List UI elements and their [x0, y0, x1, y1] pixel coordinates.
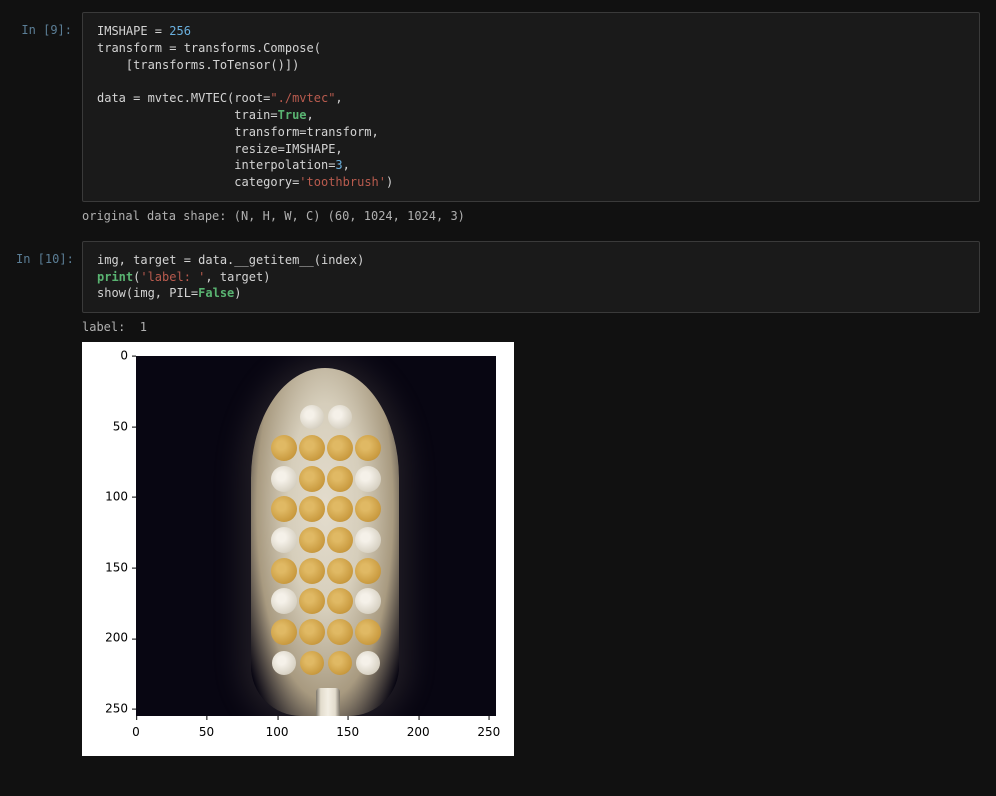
- cell-9-code[interactable]: IMSHAPE = 256 transform = transforms.Com…: [82, 12, 980, 202]
- cell-9-output: original data shape: (N, H, W, C) (60, 1…: [82, 206, 980, 237]
- bristle-tuft: [356, 651, 380, 675]
- bristle-tuft: [299, 588, 325, 614]
- xtick-0: 0: [132, 724, 140, 741]
- ytick-50: 50: [113, 418, 128, 435]
- cell-9-prompt: In [9]:: [16, 12, 82, 39]
- cell-10-code[interactable]: img, target = data.__getitem__(index) pr…: [82, 241, 980, 313]
- cell-9-out-prompt: [16, 206, 82, 216]
- bristle-tuft: [327, 527, 353, 553]
- image-content: [136, 356, 496, 716]
- bristle-tuft: [300, 651, 324, 675]
- matplotlib-axes: 0 50 100 150 200 250 0 50 100 150 200 25…: [136, 356, 496, 716]
- bristle-tuft: [271, 558, 297, 584]
- bristle-tuft: [271, 619, 297, 645]
- bristle-tuft: [328, 405, 352, 429]
- bristle-tuft: [299, 466, 325, 492]
- xtick-250: 250: [477, 724, 500, 741]
- bristle-tuft: [300, 405, 324, 429]
- bristle-tuft: [355, 466, 381, 492]
- ytick-200: 200: [105, 630, 128, 647]
- bristle-tuft: [271, 496, 297, 522]
- bristle-tuft: [299, 435, 325, 461]
- xtick-200: 200: [407, 724, 430, 741]
- bristle-tuft: [355, 496, 381, 522]
- output-label-text: label: 1: [82, 319, 980, 336]
- bristle-tuft: [271, 588, 297, 614]
- xtick-150: 150: [336, 724, 359, 741]
- cell-10-prompt: In [10]:: [16, 241, 82, 268]
- ytick-0: 0: [120, 348, 128, 365]
- bristle-tuft: [299, 496, 325, 522]
- bristle-tuft: [355, 527, 381, 553]
- cell-10-output: label: 1 0 50 100 150 200 250: [82, 317, 980, 768]
- bristle-tuft: [299, 527, 325, 553]
- toothbrush-handle: [316, 688, 340, 716]
- cell-9-input-row: In [9]: IMSHAPE = 256 transform = transf…: [16, 12, 980, 202]
- bristle-tuft: [299, 558, 325, 584]
- bristle-tuft: [327, 466, 353, 492]
- ytick-100: 100: [105, 489, 128, 506]
- bristle-tuft: [271, 435, 297, 461]
- bristle-tuft: [271, 527, 297, 553]
- bristle-tuft: [272, 651, 296, 675]
- cell-9-output-text: original data shape: (N, H, W, C) (60, 1…: [82, 208, 980, 225]
- cell-10-output-row: label: 1 0 50 100 150 200 250: [16, 317, 980, 768]
- bristle-tuft: [327, 435, 353, 461]
- bristle-tuft: [271, 466, 297, 492]
- bristle-tuft: [355, 558, 381, 584]
- bristle-tuft: [328, 651, 352, 675]
- bristle-tuft: [327, 588, 353, 614]
- bristle-tuft: [355, 435, 381, 461]
- bristle-tuft: [355, 619, 381, 645]
- cell-9-output-row: original data shape: (N, H, W, C) (60, 1…: [16, 206, 980, 237]
- bristle-field: [270, 402, 382, 678]
- cell-10-input-row: In [10]: img, target = data.__getitem__(…: [16, 241, 980, 313]
- bristle-tuft: [327, 619, 353, 645]
- xtick-50: 50: [199, 724, 214, 741]
- xtick-100: 100: [266, 724, 289, 741]
- notebook: In [9]: IMSHAPE = 256 transform = transf…: [0, 0, 996, 796]
- matplotlib-figure: 0 50 100 150 200 250 0 50 100 150 200 25…: [82, 342, 514, 756]
- ytick-250: 250: [105, 700, 128, 717]
- bristle-tuft: [327, 558, 353, 584]
- bristle-tuft: [327, 496, 353, 522]
- bristle-tuft: [355, 588, 381, 614]
- bristle-tuft: [299, 619, 325, 645]
- ytick-150: 150: [105, 559, 128, 576]
- cell-10-out-prompt: [16, 317, 82, 327]
